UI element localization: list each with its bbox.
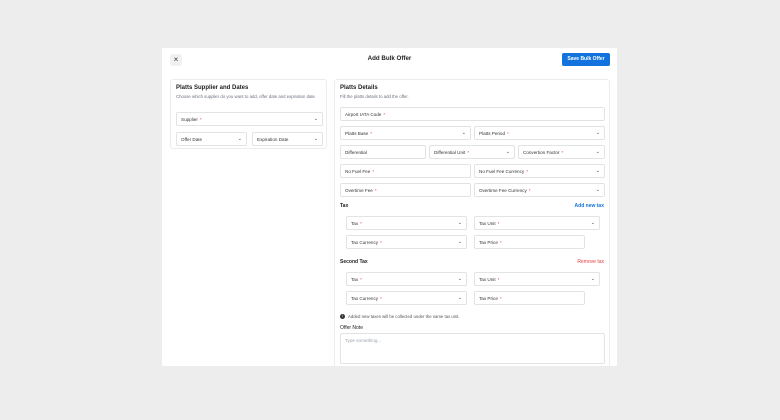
required-marker: * bbox=[380, 240, 382, 245]
platts-details-subtitle: Fill the platts details to add the offer… bbox=[340, 94, 409, 99]
no-fuel-fee-currency-select[interactable]: No Fuel Fee Currency * ⌄ bbox=[474, 164, 605, 178]
second-tax-label: Tax bbox=[351, 277, 359, 282]
chevron-down-icon: ⌄ bbox=[595, 168, 600, 174]
required-marker: * bbox=[380, 296, 382, 301]
second-tax-price-input[interactable]: Tax Price * bbox=[474, 291, 585, 305]
second-tax-select[interactable]: Tax * ⌄ bbox=[346, 272, 467, 286]
platts-base-label: Platts Base bbox=[345, 131, 369, 136]
offer-date-label: Offer Date bbox=[181, 137, 203, 142]
chevron-down-icon: ⌄ bbox=[457, 220, 462, 226]
tax-price-input[interactable]: Tax Price * bbox=[474, 235, 585, 249]
second-tax-unit-label: Tax Unit bbox=[479, 277, 496, 282]
tax-info-text: Added new taxes will be collected under … bbox=[348, 314, 460, 319]
second-tax-section-title: Second Tax bbox=[340, 259, 368, 265]
expiration-date-label: Expiration Date bbox=[257, 137, 289, 142]
differential-unit-select[interactable]: Differential Unit * ⌄ bbox=[429, 145, 515, 159]
chevron-down-icon: ⌄ bbox=[461, 130, 466, 136]
supplier-dates-card: Platts Supplier and Dates Choose which s… bbox=[170, 79, 327, 149]
tax-currency-label: Tax Currency bbox=[351, 240, 379, 245]
info-icon: i bbox=[340, 314, 345, 320]
second-tax-unit-select[interactable]: Tax Unit * ⌄ bbox=[474, 272, 600, 286]
chevron-down-icon: ⌄ bbox=[595, 187, 600, 193]
chevron-down-icon: ⌄ bbox=[590, 276, 595, 282]
second-tax-currency-select[interactable]: Tax Currency * ⌄ bbox=[346, 291, 467, 305]
modal-title: Add Bulk Offer bbox=[367, 55, 412, 62]
second-tax-currency-label: Tax Currency bbox=[351, 296, 379, 301]
expiration-date-select[interactable]: Expiration Date ⌄ bbox=[252, 132, 323, 146]
required-marker: * bbox=[561, 150, 564, 155]
required-marker: * bbox=[360, 221, 362, 226]
platts-base-select[interactable]: Platts Base * ⌄ bbox=[340, 126, 471, 140]
tax-info-note: i Added new taxes will be collected under… bbox=[340, 314, 460, 320]
differential-unit-label: Differential Unit bbox=[434, 150, 466, 155]
tax-unit-select[interactable]: Tax Unit * ⌄ bbox=[474, 216, 600, 230]
overtime-fee-currency-label: Overtime Fee Currency bbox=[479, 188, 527, 193]
chevron-down-icon: ⌄ bbox=[595, 149, 600, 155]
required-marker: * bbox=[507, 131, 509, 136]
platts-details-card: Platts Details Fill the platts details t… bbox=[334, 79, 610, 366]
chevron-down-icon: ⌄ bbox=[590, 220, 595, 226]
remove-tax-link[interactable]: Remove tax bbox=[577, 259, 604, 265]
supplier-dates-title: Platts Supplier and Dates bbox=[176, 85, 249, 91]
offer-note-textarea[interactable]: Type something... bbox=[340, 333, 605, 364]
overtime-fee-input[interactable]: Overtime Fee * bbox=[340, 183, 471, 197]
no-fuel-fee-label: No Fuel Fee bbox=[345, 169, 371, 174]
tax-unit-label: Tax Unit bbox=[479, 221, 496, 226]
differential-input[interactable]: Differential bbox=[340, 145, 426, 159]
tax-price-label: Tax Price bbox=[479, 240, 498, 245]
conversion-factor-label: Convertion Factor bbox=[523, 150, 560, 155]
overtime-fee-currency-select[interactable]: Overtime Fee Currency * ⌄ bbox=[474, 183, 605, 197]
required-marker: * bbox=[374, 188, 377, 193]
required-marker: * bbox=[372, 169, 375, 174]
airport-iata-input[interactable]: Airport IATA Code * bbox=[340, 107, 605, 121]
tax-select[interactable]: Tax * ⌄ bbox=[346, 216, 467, 230]
offer-note-placeholder: Type something... bbox=[345, 338, 382, 343]
chevron-down-icon: ⌄ bbox=[457, 276, 462, 282]
required-marker: * bbox=[528, 188, 531, 193]
no-fuel-fee-currency-label: No Fuel Fee Currency bbox=[479, 169, 525, 174]
differential-label: Differential bbox=[345, 150, 367, 155]
conversion-factor-select[interactable]: Convertion Factor * ⌄ bbox=[518, 145, 605, 159]
required-marker: * bbox=[370, 131, 373, 136]
offer-date-select[interactable]: Offer Date ⌄ bbox=[176, 132, 247, 146]
second-tax-price-label: Tax Price bbox=[479, 296, 498, 301]
chevron-down-icon: ⌄ bbox=[457, 239, 462, 245]
tax-currency-select[interactable]: Tax Currency * ⌄ bbox=[346, 235, 467, 249]
chevron-down-icon: ⌄ bbox=[457, 295, 462, 301]
required-marker: * bbox=[497, 221, 500, 226]
tax-section-title: Tax bbox=[340, 203, 349, 209]
tax-label: Tax bbox=[351, 221, 359, 226]
modal-header: × Add Bulk Offer Save Bulk Offer bbox=[162, 48, 617, 70]
chevron-down-icon: ⌄ bbox=[313, 116, 318, 122]
offer-note-label: Offer Note bbox=[340, 325, 363, 331]
airport-iata-label: Airport IATA Code bbox=[345, 112, 382, 117]
required-marker: * bbox=[526, 169, 528, 174]
platts-period-select[interactable]: Platts Period * ⌄ bbox=[474, 126, 605, 140]
chevron-down-icon: ⌄ bbox=[595, 130, 600, 136]
save-bulk-offer-button[interactable]: Save Bulk Offer bbox=[562, 53, 610, 66]
supplier-select[interactable]: Supplier * ⌄ bbox=[176, 112, 323, 126]
required-marker: * bbox=[383, 112, 386, 117]
overtime-fee-label: Overtime Fee bbox=[345, 188, 373, 193]
chevron-down-icon: ⌄ bbox=[505, 149, 510, 155]
supplier-label: Supplier bbox=[181, 117, 198, 122]
required-marker: * bbox=[499, 240, 502, 245]
platts-details-title: Platts Details bbox=[340, 85, 378, 91]
required-marker: * bbox=[360, 277, 362, 282]
supplier-dates-subtitle: Choose which supplier do you want to add… bbox=[176, 94, 315, 99]
platts-period-label: Platts Period bbox=[479, 131, 506, 136]
required-marker: * bbox=[499, 296, 502, 301]
add-new-tax-link[interactable]: Add new tax bbox=[575, 203, 604, 209]
chevron-down-icon: ⌄ bbox=[237, 136, 242, 142]
required-marker: * bbox=[497, 277, 500, 282]
required-marker: * bbox=[199, 117, 202, 122]
no-fuel-fee-input[interactable]: No Fuel Fee * bbox=[340, 164, 471, 178]
required-marker: * bbox=[467, 150, 470, 155]
add-bulk-offer-modal: × Add Bulk Offer Save Bulk Offer Platts … bbox=[162, 48, 617, 366]
chevron-down-icon: ⌄ bbox=[313, 136, 318, 142]
